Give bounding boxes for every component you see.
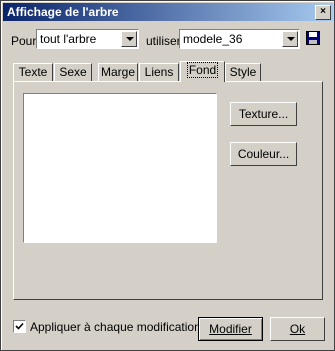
scope-select[interactable]: tout l'arbre — [36, 29, 139, 49]
dialog-window: Affichage de l'arbre × Pour tout l'arbre… — [0, 0, 335, 351]
color-button[interactable]: Couleur... — [230, 142, 297, 166]
tab-label: Texte — [18, 65, 48, 79]
checkmark-icon — [15, 322, 24, 330]
modify-button-label: Modifier — [209, 322, 252, 336]
close-icon: × — [320, 6, 326, 17]
ok-button-label: Ok — [289, 322, 306, 336]
ok-button[interactable]: Ok — [270, 317, 325, 341]
tab-label: Sexe — [59, 65, 87, 79]
model-value: modele_36 — [183, 32, 243, 46]
modify-button[interactable]: Modifier — [198, 317, 263, 341]
floppy-disk-icon[interactable] — [306, 31, 320, 45]
scope-value: tout l'arbre — [40, 32, 97, 46]
model-label: utiliser — [146, 34, 181, 48]
window-title: Affichage de l'arbre — [7, 5, 119, 19]
tab-label: Fond — [186, 62, 219, 78]
tab-sexe[interactable]: Sexe — [54, 63, 92, 81]
tab-marge[interactable]: Marge — [98, 63, 138, 81]
chevron-down-icon[interactable] — [121, 31, 137, 47]
tab-label: Style — [229, 65, 257, 79]
apply-checkbox-label[interactable]: Appliquer à chaque modification — [30, 320, 201, 334]
texture-button[interactable]: Texture... — [230, 102, 297, 126]
tab-label: Marge — [100, 65, 135, 79]
close-button[interactable]: × — [315, 5, 331, 20]
model-select[interactable]: modele_36 — [179, 29, 300, 49]
tab-texte[interactable]: Texte — [13, 63, 53, 81]
background-preview — [23, 93, 217, 243]
tab-liens[interactable]: Liens — [139, 63, 179, 81]
scope-label: Pour — [11, 34, 37, 48]
tab-style[interactable]: Style — [225, 63, 261, 81]
title-bar[interactable]: Affichage de l'arbre × — [3, 3, 333, 21]
apply-checkbox[interactable] — [13, 320, 26, 333]
tab-label: Liens — [144, 65, 174, 79]
chevron-down-icon[interactable] — [282, 31, 298, 47]
tab-fond[interactable]: Fond — [180, 61, 225, 82]
